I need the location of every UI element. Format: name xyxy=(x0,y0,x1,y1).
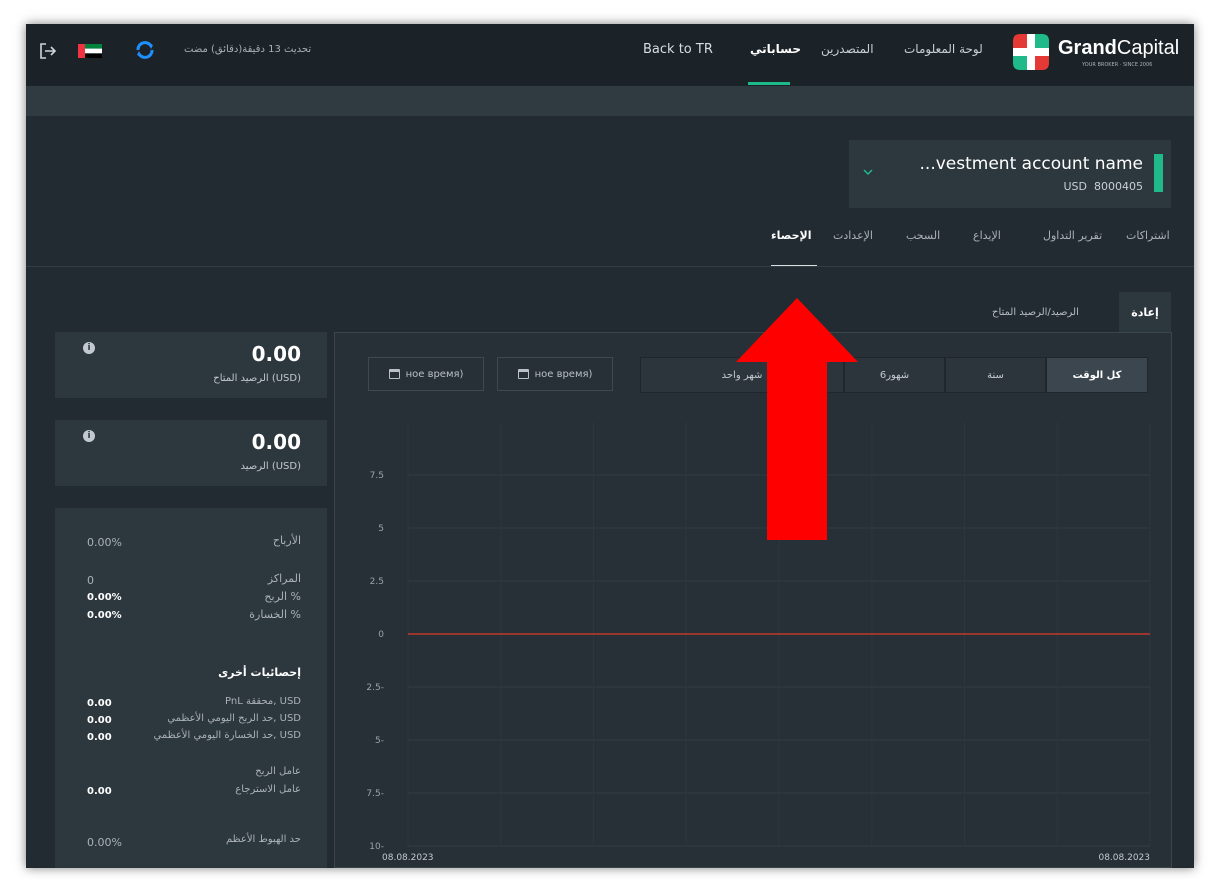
range-year[interactable]: سنة xyxy=(945,357,1046,393)
calendar-icon xyxy=(388,369,400,379)
calendar-icon xyxy=(517,369,529,379)
nav-leaders[interactable]: المتصدرين xyxy=(821,42,874,56)
max-daily-profit-value: 0.00 xyxy=(87,715,112,726)
app-window: تحديث 13 دقيقة(دقائق) مضت Back to TR حسا… xyxy=(26,24,1194,868)
y-tick-label: 7.5 xyxy=(370,471,384,481)
available-balance-label: الرصيد المتاح (USD) xyxy=(213,373,301,384)
top-bar: تحديث 13 دقيقة(دقائق) مضت Back to TR حسا… xyxy=(26,24,1194,86)
x-tick-label: 08.08.2023 xyxy=(1098,853,1150,863)
nav-active-underline xyxy=(748,82,790,85)
y-tick-label: -5 xyxy=(375,736,384,746)
profit-value: 0.00% xyxy=(87,536,122,549)
y-tick-label: -10 xyxy=(369,842,384,852)
tab-trading-report[interactable]: تقرير التداول xyxy=(1043,229,1102,242)
tab-statistics[interactable]: الإحصاء xyxy=(771,229,811,242)
available-balance-value: 0.00 xyxy=(251,342,301,366)
recovery-factor-value: 0.00 xyxy=(87,786,112,797)
tabs-divider xyxy=(26,266,1194,267)
x-tick-label: 08.08.2023 xyxy=(382,853,434,863)
chevron-down-icon xyxy=(861,164,875,178)
logo-tagline: YOUR BROKER · SINCE 2006 xyxy=(1082,62,1153,68)
refresh-icon[interactable] xyxy=(134,39,156,61)
max-drawdown-value: 0.00% xyxy=(87,836,122,849)
recovery-factor-label: عامل الاسترجاع xyxy=(235,784,301,795)
sub-header-bar xyxy=(26,86,1194,116)
reset-button[interactable]: إعادة xyxy=(1119,292,1171,332)
info-icon[interactable]: i xyxy=(83,430,95,442)
y-tick-label: -2.5 xyxy=(366,683,384,693)
date-from-button[interactable]: ное время) xyxy=(368,357,484,391)
y-tick-label: 5 xyxy=(378,524,384,534)
grandcapital-logo-icon[interactable] xyxy=(1011,32,1051,72)
realized-pnl-label: PnL محققة, USD xyxy=(225,696,301,707)
max-drawdown-label: حد الهبوط الأعظم xyxy=(226,834,301,845)
account-selector[interactable]: ...vestment account name USD 8000405 xyxy=(849,140,1171,208)
y-tick-label: 0 xyxy=(378,630,384,640)
tab-deposit[interactable]: الإيداع xyxy=(973,229,1001,242)
red-arrow-annotation xyxy=(736,298,858,540)
last-update-text: تحديث 13 دقيقة(دقائق) مضت xyxy=(184,44,312,55)
profit-label: الأرباح xyxy=(272,534,301,547)
logout-icon[interactable] xyxy=(38,41,58,61)
balance-subtab[interactable]: الرصيد/الرصيد المتاح xyxy=(992,307,1079,318)
other-stats-title: إحصائيات أخرى xyxy=(218,666,301,679)
range-all-time[interactable]: كل الوقت xyxy=(1046,357,1148,393)
balance-label: الرصيد (USD) xyxy=(240,461,301,472)
balance-card: i 0.00 الرصيد (USD) xyxy=(55,420,327,486)
nav-dashboard[interactable]: لوحة المعلومات xyxy=(904,42,983,56)
max-daily-loss-value: 0.00 xyxy=(87,732,112,743)
win-percent-value: 0.00% xyxy=(87,592,122,603)
nav-back-to-tr[interactable]: Back to TR xyxy=(643,42,713,57)
uae-flag-icon[interactable] xyxy=(78,43,102,58)
realized-pnl-value: 0.00 xyxy=(87,698,112,709)
win-percent-label: الربح % xyxy=(264,590,301,603)
nav-my-accounts[interactable]: حساباتي xyxy=(750,42,801,56)
date-to-button[interactable]: ное время) xyxy=(497,357,613,391)
balance-value: 0.00 xyxy=(251,430,301,454)
tab-subscriptions[interactable]: اشتراكات xyxy=(1126,229,1170,242)
positions-label: المراكز xyxy=(267,572,301,585)
loss-percent-value: 0.00% xyxy=(87,610,122,621)
profit-factor-label: عامل الربح xyxy=(255,766,301,777)
account-meta: USD 8000405 xyxy=(1063,180,1143,193)
available-balance-card: i 0.00 الرصيد المتاح (USD) xyxy=(55,332,327,398)
max-daily-profit-label: حد الربح اليومي الأعظمي, USD xyxy=(167,713,301,724)
account-name: ...vestment account name xyxy=(919,154,1143,174)
grandcapital-logo-text: GrandCapital xyxy=(1058,37,1180,59)
statistics-panel: الأرباح 0.00% المراكز 0 الربح % 0.00% ال… xyxy=(55,508,327,868)
max-daily-loss-label: حد الخسارة اليومي الأعظمي, USD xyxy=(153,730,302,741)
tab-settings[interactable]: الإعدادت xyxy=(833,229,873,242)
loss-percent-label: الخسارة % xyxy=(249,608,301,621)
positions-value: 0 xyxy=(87,574,94,587)
tab-withdraw[interactable]: السحب xyxy=(906,229,940,242)
info-icon[interactable]: i xyxy=(83,342,95,354)
arrow-shape xyxy=(736,298,858,540)
y-tick-label: -7.5 xyxy=(366,789,384,799)
y-tick-label: 2.5 xyxy=(370,577,384,587)
account-accent-bar xyxy=(1154,154,1163,192)
